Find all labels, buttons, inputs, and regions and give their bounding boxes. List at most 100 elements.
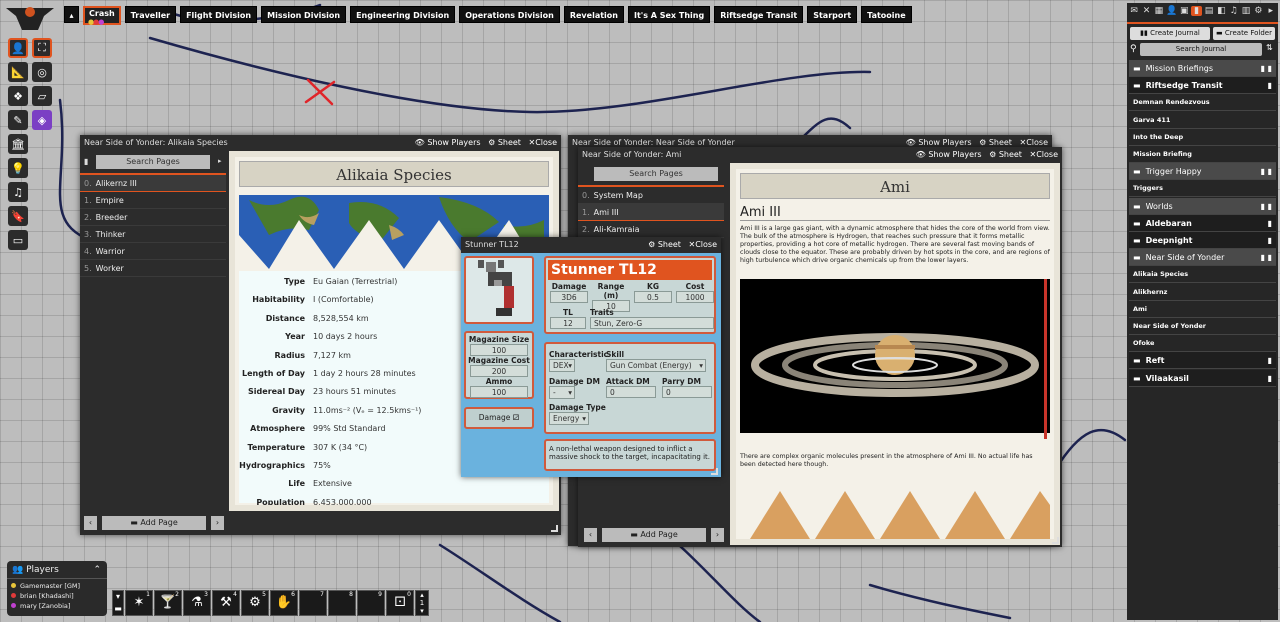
- macro-slot[interactable]: ⚗ 3: [183, 590, 211, 616]
- add-entry-icon[interactable]: ▮: [1268, 215, 1272, 232]
- window-titlebar[interactable]: Stunner TL12 ⚙ Sheet ✕Close: [461, 237, 721, 253]
- scene-starport[interactable]: Starport: [807, 6, 858, 23]
- item-description[interactable]: A non-lethal weapon designed to inflict …: [546, 441, 714, 465]
- scene-flight-division[interactable]: Flight Division: [180, 6, 258, 23]
- close-button[interactable]: ✕Close: [1030, 150, 1059, 159]
- lighting-tool-icon[interactable]: 💡: [8, 158, 28, 178]
- skill-select[interactable]: Gun Combat (Energy): [606, 359, 706, 372]
- macro-slot[interactable]: ✋ 6: [270, 590, 298, 616]
- notes-tool-icon[interactable]: 🔖: [8, 206, 28, 226]
- search-pages-input[interactable]: Search Pages: [96, 155, 210, 169]
- journal-entry[interactable]: Near Side of Yonder: [1129, 318, 1276, 335]
- regions-tool-icon[interactable]: ▭: [8, 230, 28, 250]
- scrollbar[interactable]: [1044, 279, 1047, 439]
- players-header[interactable]: 👥 Players ⌃: [7, 561, 107, 579]
- journal-folder[interactable]: ▬ Near Side of Yonder ▮ ▮: [1129, 249, 1276, 267]
- magazine-size-field[interactable]: 100: [470, 344, 528, 356]
- macro-slot[interactable]: ⚒ 4: [212, 590, 240, 616]
- scene-bar-toggle[interactable]: ▴: [64, 6, 79, 23]
- scenes-tab-icon[interactable]: ▦: [1154, 6, 1164, 16]
- journal-tab-icon[interactable]: ▮: [1191, 6, 1202, 16]
- collapse-sidebar-icon[interactable]: ▸: [1266, 6, 1276, 16]
- player-row[interactable]: brian [Khadashi]: [7, 591, 107, 601]
- journal-entry[interactable]: Triggers: [1129, 180, 1276, 198]
- window-titlebar[interactable]: Near Side of Yonder: Alikaia Species 👁 S…: [80, 135, 561, 151]
- next-page-button[interactable]: ›: [711, 528, 724, 542]
- prev-page-button[interactable]: ‹: [584, 528, 597, 542]
- journal-folder[interactable]: ▬ Vilaakasil ▮: [1129, 369, 1276, 387]
- scene-riftsedge-transit[interactable]: Riftsedge Transit: [714, 6, 804, 23]
- player-row[interactable]: mary [Zanobia]: [7, 601, 107, 611]
- add-entry-icon[interactable]: ▮: [1268, 77, 1272, 94]
- journal-entry[interactable]: Alikaia Species: [1129, 266, 1276, 284]
- tl-field[interactable]: 12: [550, 317, 586, 329]
- close-button[interactable]: ✕Close: [529, 138, 558, 147]
- draw-tool-icon[interactable]: ✎: [8, 110, 28, 130]
- add-entry-icon[interactable]: ▮ ▮: [1261, 249, 1272, 266]
- search-journal-input[interactable]: Search Journal: [1140, 43, 1262, 56]
- scene-operations-division[interactable]: Operations Division: [459, 6, 560, 23]
- damage-field[interactable]: 3D6: [550, 291, 588, 303]
- scene-traveller[interactable]: Traveller: [124, 6, 177, 23]
- attack-dm-field[interactable]: 0: [606, 386, 656, 398]
- sort-icon[interactable]: ⇅: [1266, 43, 1273, 52]
- player-row[interactable]: Gamemaster [GM]: [7, 581, 107, 591]
- scene-mission-division[interactable]: Mission Division: [261, 6, 347, 23]
- damage-type-select[interactable]: Energy: [549, 412, 589, 425]
- scene-revelation[interactable]: Revelation: [563, 6, 624, 23]
- settings-tab-icon[interactable]: ⚙: [1253, 6, 1263, 16]
- combat-tab-icon[interactable]: ✕: [1141, 6, 1151, 16]
- page-item[interactable]: 2. Ali-Kamraia: [578, 221, 724, 238]
- journal-folder[interactable]: ▬ Trigger Happy ▮ ▮: [1129, 163, 1276, 181]
- prev-page-button[interactable]: ‹: [84, 516, 97, 530]
- sheet-button[interactable]: ⚙ Sheet: [488, 138, 521, 147]
- resize-handle[interactable]: [551, 525, 558, 532]
- tables-tab-icon[interactable]: ▤: [1204, 6, 1214, 16]
- macro-slot[interactable]: ⚙ 5: [241, 590, 269, 616]
- journal-entry[interactable]: Into the Deep: [1129, 128, 1276, 146]
- cards-tab-icon[interactable]: ◧: [1216, 6, 1226, 16]
- sheet-button[interactable]: ⚙ Sheet: [989, 150, 1022, 159]
- add-entry-icon[interactable]: ▮ ▮: [1261, 198, 1272, 215]
- search-pages-input[interactable]: Search Pages: [594, 167, 718, 181]
- resize-handle[interactable]: [711, 468, 718, 475]
- show-players-button[interactable]: 👁 Show Players: [415, 138, 481, 147]
- scene-engineering-division[interactable]: Engineering Division: [350, 6, 456, 23]
- macro-slot[interactable]: ✶ 1: [125, 590, 153, 616]
- chat-tab-icon[interactable]: ✉: [1129, 6, 1139, 16]
- items-tab-icon[interactable]: ▣: [1179, 6, 1189, 16]
- macro-slot[interactable]: 🍸 2: [154, 590, 182, 616]
- journal-entry[interactable]: Mission Briefing: [1129, 146, 1276, 163]
- add-entry-icon[interactable]: ▮ ▮: [1261, 60, 1272, 77]
- tiles-tool-icon[interactable]: ❖: [8, 86, 28, 106]
- measure-tool-icon[interactable]: 📐: [8, 62, 28, 82]
- page-item[interactable]: 0. System Map: [578, 187, 724, 204]
- page-item[interactable]: 4. Warrior: [80, 243, 226, 260]
- journal-folder[interactable]: ▬ Worlds ▮ ▮: [1129, 197, 1276, 215]
- sidebar-toggle-icon[interactable]: ▮: [84, 157, 88, 166]
- journal-entry[interactable]: Demnan Rendezvous: [1129, 94, 1276, 112]
- dice-tool-icon[interactable]: ◈: [32, 110, 52, 130]
- macro-slot[interactable]: ⚀ 0: [386, 590, 414, 616]
- scene-tatooine[interactable]: Tatooine: [861, 6, 912, 23]
- create-folder-button[interactable]: ▬ Create Folder: [1213, 27, 1275, 40]
- add-page-button[interactable]: ▬ Add Page: [102, 516, 206, 530]
- close-button[interactable]: ✕Close: [689, 240, 718, 249]
- sound-tool-icon[interactable]: ♫: [8, 182, 28, 202]
- walls-tool-icon[interactable]: 🏛: [8, 134, 28, 154]
- damage-button[interactable]: Damage ⚂: [464, 407, 534, 429]
- collapse-icon[interactable]: ▸: [218, 157, 222, 165]
- journal-entry[interactable]: Alikhernz: [1129, 283, 1276, 301]
- resize-handle[interactable]: [1052, 537, 1059, 544]
- actors-tab-icon[interactable]: 👤: [1166, 6, 1177, 16]
- page-item[interactable]: 2. Breeder: [80, 209, 226, 226]
- show-players-button[interactable]: 👁 Show Players: [916, 150, 982, 159]
- show-players-button[interactable]: 👁 Show Players: [906, 138, 972, 147]
- journal-entry[interactable]: Ami: [1129, 300, 1276, 318]
- journal-folder[interactable]: ▬ Aldebaran ▮: [1129, 214, 1276, 232]
- scene-sex-thing[interactable]: It's A Sex Thing: [627, 6, 711, 23]
- next-page-button[interactable]: ›: [211, 516, 224, 530]
- add-entry-icon[interactable]: ▮: [1268, 370, 1272, 387]
- scene-crash[interactable]: Crash ●●●: [83, 6, 121, 26]
- hotbar-page-control[interactable]: ▴ 1 ▾: [415, 590, 429, 616]
